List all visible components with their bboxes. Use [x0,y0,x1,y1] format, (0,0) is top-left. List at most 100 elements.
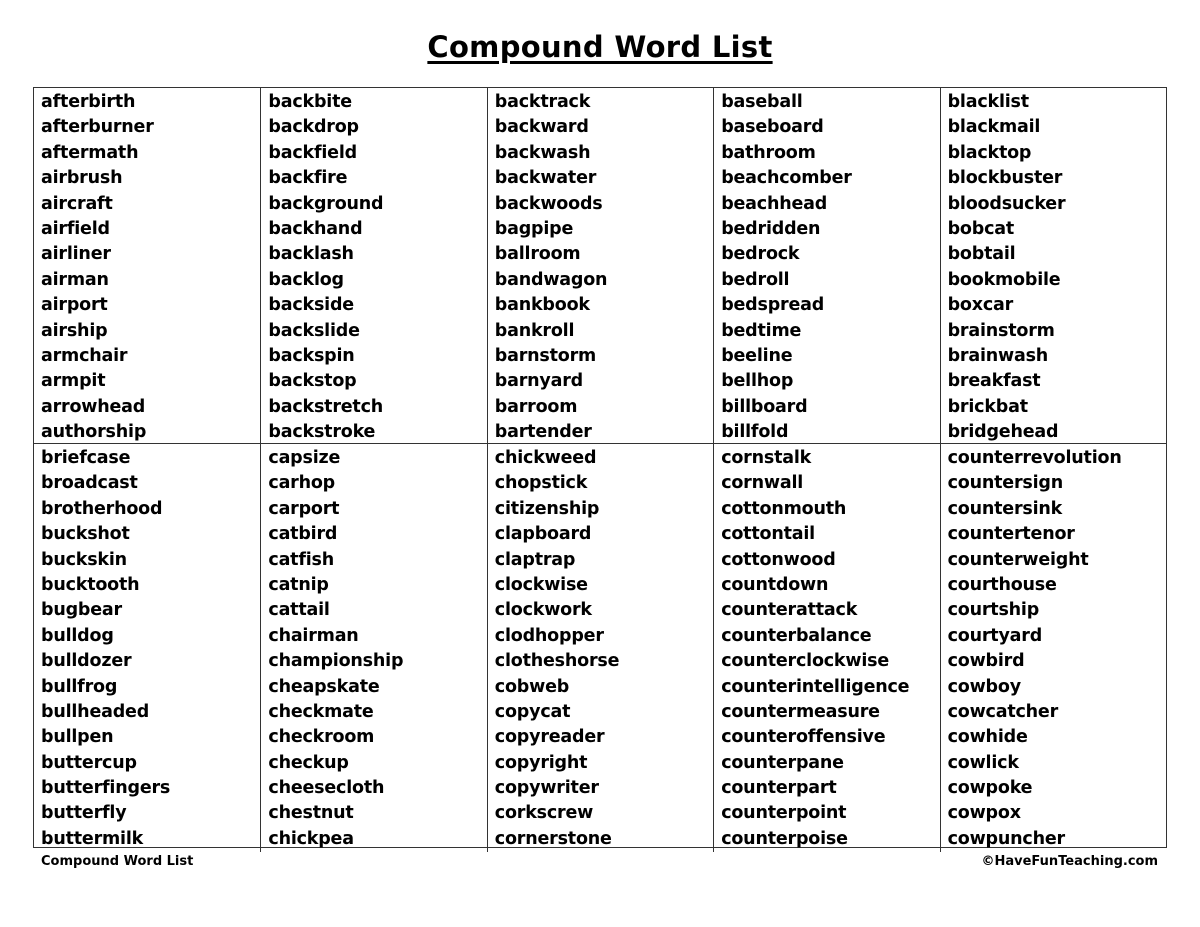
word-item: backstroke [268,422,376,443]
word-item: brotherhood [41,498,163,519]
word-item: cowlick [947,752,1019,773]
word-item: bedtime [721,320,802,341]
word-item: courthouse [947,574,1057,595]
word-item: briefcase [41,448,131,468]
word-item: bridgehead [947,422,1059,443]
word-item: backhand [268,218,363,239]
word-item: bulldog [41,625,114,646]
word-item: blacktop [947,142,1032,163]
word-item: bugbear [41,600,122,621]
word-item: carhop [268,473,336,494]
word-item: boxcar [947,295,1014,316]
word-item: beachhead [721,193,828,214]
word-item: backward [494,117,589,138]
word-item: carport [268,498,340,519]
word-item: backwash [494,142,591,163]
word-item: cattail [268,600,330,621]
word-item: bucktooth [41,574,140,595]
word-item: bobcat [947,218,1015,239]
word-item: bandwagon [494,269,608,290]
word-item: bookmobile [947,269,1061,290]
word-item: blockbuster [947,168,1063,189]
word-item: background [268,193,384,214]
word-item: counterpoise [721,828,848,849]
word-item: countersign [947,473,1064,494]
word-item: airman [41,269,109,290]
word-item: armchair [41,345,128,366]
word-item: broadcast [41,473,138,494]
word-column: blacklist blackmail blacktop blockbuster blo… [939,88,1166,446]
word-item: airfield [41,218,110,239]
word-item: backtrack [494,92,591,112]
word-item: chopstick [494,473,588,494]
word-item: backwoods [494,193,603,214]
word-column: cornstalk cornwall cottonmouth cottontail co… [713,444,939,853]
word-item: arrowhead [41,396,146,417]
word-item: barroom [494,396,578,417]
word-item: cowcatcher [947,701,1059,722]
word-item: counterpane [721,752,844,773]
word-item: copyreader [494,727,605,748]
word-column: baseball baseboard bathroom beachcomber beac… [713,88,939,446]
word-item: butterfly [41,803,127,824]
word-item: counterintelligence [721,676,910,697]
word-item: bedroll [721,269,790,290]
word-item: clotheshorse [494,651,620,672]
word-item: beeline [721,345,793,366]
word-item: cottontail [721,524,815,545]
word-item: corkscrew [494,803,594,824]
word-column: chickweed chopstick citizenship clapboard cl… [486,444,713,853]
word-item: countermeasure [721,701,880,722]
word-column: backtrack backward backwash backwater backwo… [486,88,713,446]
word-item: courtship [947,600,1040,621]
word-item: chairman [268,625,359,646]
word-item: cornerstone [494,828,612,849]
word-item: butterfingers [41,778,171,799]
word-item: backlog [268,269,344,290]
word-item: bullheaded [41,701,150,722]
word-item: bullfrog [41,676,118,697]
word-item: courtyard [947,625,1043,646]
word-item: cottonwood [721,549,836,570]
word-item: bankbook [494,295,590,316]
word-item: backslide [268,320,360,341]
word-item: copycat [494,701,571,722]
word-item: cowpuncher [947,828,1066,849]
word-item: backstretch [268,396,384,417]
word-item: cottonmouth [721,498,847,519]
word-column: afterbirth afterburner aftermath airbrush ai… [34,88,260,445]
footer-copyright: ©HaveFunTeaching.com [981,854,1158,869]
word-item: backspin [268,345,355,366]
word-item: bathroom [721,142,816,163]
word-item: capsize [268,448,341,468]
word-column: counterrevolution countersign countersink c… [939,444,1166,853]
word-item: cornwall [721,473,804,494]
word-item: brickbat [947,396,1028,417]
word-item: counterbalance [721,625,872,646]
word-item: billfold [721,422,789,443]
word-item: counterweight [947,549,1089,570]
word-item: airbrush [41,168,123,189]
word-item: bagpipe [494,218,574,239]
word-item: blacklist [947,92,1030,112]
word-item: backstop [268,371,357,392]
word-column: backbite backdrop backfield backfire backgro… [260,88,486,446]
word-item: bartender [494,422,592,443]
word-item: clockwork [494,600,592,621]
word-item: cobweb [494,676,570,697]
word-item: cheesecloth [268,778,385,799]
word-item: checkmate [268,701,374,722]
word-item: counterpart [721,778,837,799]
word-item: claptrap [494,549,576,570]
word-item: cowbird [947,651,1025,672]
title-text: Compound Word List [427,30,773,64]
word-item: buttercup [41,752,137,773]
word-item: bedridden [721,218,821,239]
word-item: brainstorm [947,320,1055,341]
word-column: briefcase broadcast brotherhood buckshot buc… [34,444,260,852]
page-title: Compound Word List [0,30,1200,64]
word-item: clapboard [494,524,592,545]
word-item: barnyard [494,371,583,392]
word-item: bloodsucker [947,193,1066,214]
word-item: buttermilk [41,828,144,849]
